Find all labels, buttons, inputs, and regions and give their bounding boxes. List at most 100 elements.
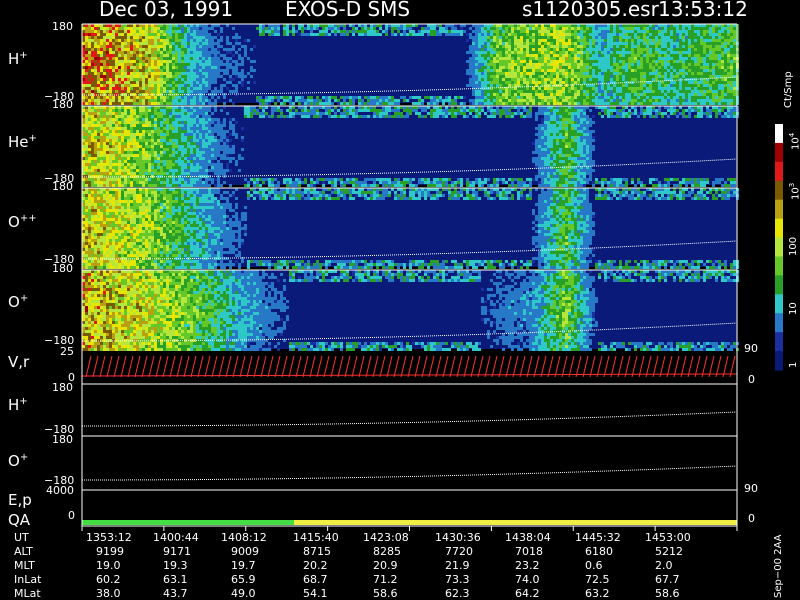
- spectrogram-cell: [607, 99, 610, 102]
- spectrogram-cell: [256, 27, 259, 30]
- spectrogram-cell: [196, 36, 199, 39]
- spectrogram-cell: [673, 72, 676, 75]
- spectrogram-cell: [283, 96, 286, 99]
- spectrogram-cell: [535, 30, 538, 33]
- spectrogram-cell: [577, 42, 580, 45]
- spectrogram-cell: [661, 72, 664, 75]
- spectrogram-cell: [709, 42, 712, 45]
- spectrogram-cell: [691, 57, 694, 60]
- spectrogram-cell: [97, 169, 100, 172]
- spectrogram-cell: [199, 87, 202, 90]
- spectrogram-cell: [145, 112, 148, 115]
- spectrogram-cell: [601, 42, 604, 45]
- spectrogram-cell: [205, 36, 208, 39]
- spectrogram-cell: [124, 48, 127, 51]
- spectrogram-cell: [97, 172, 100, 175]
- spectrogram-cell: [604, 66, 607, 69]
- spectrogram-cell: [142, 172, 145, 175]
- spectrogram-cell: [586, 48, 589, 51]
- spectrogram-cell: [175, 87, 178, 90]
- spectrogram-cell: [517, 99, 520, 102]
- spectrogram-cell: [112, 184, 115, 187]
- spectrogram-cell: [181, 96, 184, 99]
- spectrogram-cell: [724, 96, 727, 99]
- spectrogram-cell: [703, 51, 706, 54]
- spectrogram-cell: [631, 102, 634, 105]
- spectrogram-cell: [298, 33, 301, 36]
- spectrogram-cell: [700, 33, 703, 36]
- spectrogram-cell: [721, 87, 724, 90]
- spectrogram-cell: [187, 54, 190, 57]
- spectrogram-cell: [601, 84, 604, 87]
- spectrogram-cell: [643, 36, 646, 39]
- spectrogram-cell: [316, 96, 319, 99]
- spectrogram-cell: [535, 45, 538, 48]
- spectrogram-cell: [649, 84, 652, 87]
- spectrogram-cell: [166, 127, 169, 130]
- spectrogram-cell: [547, 66, 550, 69]
- spectrogram-cell: [706, 81, 709, 84]
- spectrogram-cell: [115, 163, 118, 166]
- spectrogram-cell: [700, 96, 703, 99]
- spectrogram-cell: [481, 60, 484, 63]
- spectrogram-cell: [91, 42, 94, 45]
- spectrogram-cell: [187, 30, 190, 33]
- spectrogram-cell: [103, 151, 106, 154]
- spectrogram-cell: [118, 69, 121, 72]
- spectrogram-cell: [136, 78, 139, 81]
- spectrogram-cell: [139, 54, 142, 57]
- spectrogram-cell: [127, 136, 130, 139]
- spectrogram-cell: [550, 36, 553, 39]
- spectrogram-cell: [604, 42, 607, 45]
- spectrogram-cell: [514, 54, 517, 57]
- spectrogram-cell: [691, 48, 694, 51]
- spectrogram-cell: [682, 48, 685, 51]
- spectrogram-cell: [208, 99, 211, 102]
- spectrogram-cell: [553, 33, 556, 36]
- spectrogram-cell: [583, 54, 586, 57]
- spectrogram-cell: [547, 48, 550, 51]
- spectrogram-cell: [124, 172, 127, 175]
- spectrogram-cell: [217, 33, 220, 36]
- spectrogram-cell: [91, 121, 94, 124]
- spectrogram-cell: [139, 133, 142, 136]
- spectrogram-cell: [703, 27, 706, 30]
- spectrogram-cell: [691, 63, 694, 66]
- spectrogram-cell: [157, 160, 160, 163]
- spectrogram-cell: [688, 102, 691, 105]
- spectrogram-cell: [520, 45, 523, 48]
- spectrogram-cell: [148, 57, 151, 60]
- spectrogram-cell: [679, 60, 682, 63]
- spectrogram-cell: [679, 30, 682, 33]
- spectrogram-cell: [478, 96, 481, 99]
- spectrogram-cell: [154, 115, 157, 118]
- spectrogram-cell: [121, 133, 124, 136]
- spectrogram-cell: [592, 48, 595, 51]
- spectrogram-cell: [367, 27, 370, 30]
- spectrogram-cell: [475, 39, 478, 42]
- spectrogram-cell: [127, 160, 130, 163]
- spectrogram-cell: [484, 99, 487, 102]
- spectrogram-cell: [130, 172, 133, 175]
- spectrogram-cell: [508, 63, 511, 66]
- spectrogram-cell: [112, 66, 115, 69]
- spectrogram-cell: [724, 51, 727, 54]
- spectrogram-cell: [454, 33, 457, 36]
- spectrogram-cell: [487, 57, 490, 60]
- spectrogram-cell: [181, 42, 184, 45]
- spectrogram-cell: [652, 93, 655, 96]
- spectrogram-cell: [166, 151, 169, 154]
- spectrogram-cell: [733, 42, 736, 45]
- spectrogram-cell: [487, 69, 490, 72]
- spectrogram-cell: [673, 36, 676, 39]
- spectrogram-cell: [391, 102, 394, 105]
- spectrogram-cell: [268, 99, 271, 102]
- spectrogram-cell: [577, 66, 580, 69]
- spectrogram-cell: [91, 157, 94, 160]
- spectrogram-cell: [544, 39, 547, 42]
- spectrogram-cell: [133, 78, 136, 81]
- spectrogram-cell: [85, 121, 88, 124]
- spectrogram-cell: [157, 60, 160, 63]
- spectrogram-cell: [430, 30, 433, 33]
- spectrogram-cell: [706, 30, 709, 33]
